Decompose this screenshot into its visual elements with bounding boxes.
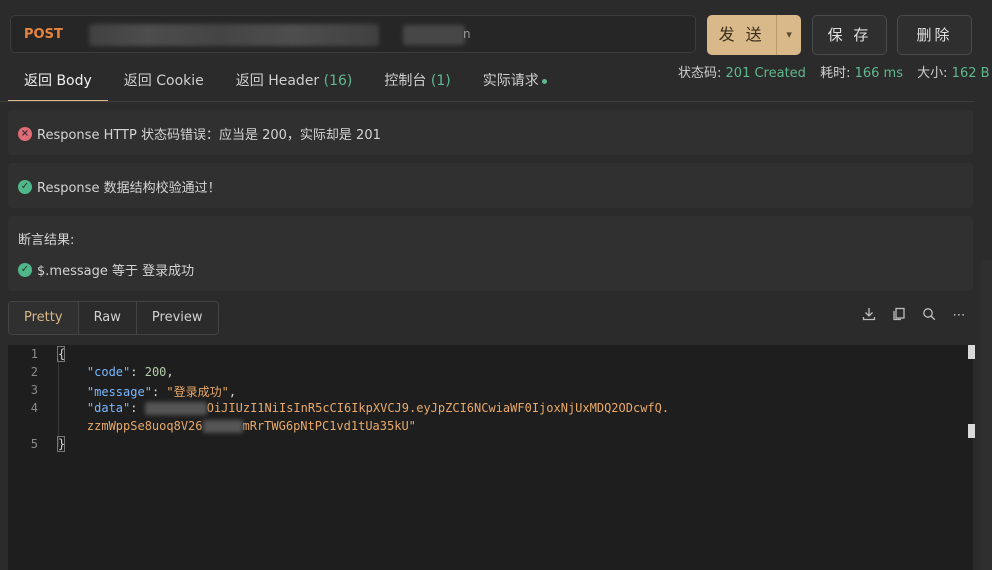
tab-divider <box>0 101 975 102</box>
response-time: 166 ms <box>854 66 903 81</box>
status-dot-icon <box>541 78 547 84</box>
tab-console[interactable]: 控制台 (1) <box>368 62 466 100</box>
response-body-editor[interactable]: 1 2 3 4 5 { "code": 200, "message": "登录成… <box>8 345 975 570</box>
code-line-1: { <box>58 347 66 361</box>
request-bar: POST n 发 送 ▾ 保 存 删除 <box>0 0 992 62</box>
assertion-item: $.message 等于 登录成功 <box>37 264 195 279</box>
assertion-title: 断言结果: <box>18 233 75 248</box>
http-status-message: Response HTTP 状态码错误：应当是 200，实际却是 201 <box>37 128 381 143</box>
status-code: 201 Created <box>725 66 806 81</box>
save-button[interactable]: 保 存 <box>812 15 887 55</box>
code-line-5: } <box>58 437 66 451</box>
send-button-label[interactable]: 发 送 <box>707 15 776 55</box>
token-redacted <box>202 420 243 433</box>
send-button[interactable]: 发 送 ▾ <box>707 15 801 55</box>
url-input[interactable]: POST n <box>10 15 696 53</box>
delete-button[interactable]: 删除 <box>897 15 972 55</box>
view-pretty[interactable]: Pretty <box>9 302 79 334</box>
check-icon: ✓ <box>18 179 32 194</box>
search-icon[interactable] <box>920 307 938 325</box>
response-meta: 状态码: 201 Created 耗时: 166 ms 大小: 162 B <box>678 66 990 81</box>
chevron-down-icon[interactable]: ▾ <box>776 15 801 55</box>
error-icon: × <box>18 126 32 141</box>
page-scrollbar[interactable] <box>981 260 992 570</box>
view-raw[interactable]: Raw <box>78 302 137 334</box>
http-status-check: × Response HTTP 状态码错误：应当是 200，实际却是 201 <box>8 110 973 155</box>
tab-body[interactable]: 返回 Body <box>8 62 108 102</box>
url-redacted-2 <box>403 25 465 45</box>
code-line-3: "message": "登录成功", <box>86 385 237 399</box>
copy-icon[interactable] <box>890 307 908 325</box>
schema-message: Response 数据结构校验通过！ <box>37 181 221 196</box>
tab-header[interactable]: 返回 Header (16) <box>220 62 369 100</box>
response-tabs: 返回 Body 返回 Cookie 返回 Header (16) 控制台 (1)… <box>8 62 563 102</box>
tab-actual-request[interactable]: 实际请求 <box>467 62 563 100</box>
tab-cookie[interactable]: 返回 Cookie <box>108 62 220 100</box>
view-mode-switch: Pretty Raw Preview <box>8 301 219 335</box>
scrollbar-thumb[interactable] <box>968 345 975 359</box>
schema-check: ✓ Response 数据结构校验通过！ <box>8 163 973 208</box>
method-selector[interactable]: POST <box>24 27 63 42</box>
scrollbar-marker <box>968 424 975 438</box>
code-line-2: "code": 200, <box>86 365 174 379</box>
check-icon: ✓ <box>18 262 32 277</box>
assertion-panel: 断言结果: ✓ $.message 等于 登录成功 <box>8 216 973 291</box>
more-icon[interactable]: ⋯ <box>950 307 968 325</box>
view-preview[interactable]: Preview <box>136 302 218 334</box>
url-text: n <box>463 27 471 41</box>
response-size: 162 B <box>951 66 990 81</box>
code-line-4: "data": OiJIUzI1NiIsInR5cCI6IkpXVCJ9.eyJ… <box>86 401 670 415</box>
url-redacted <box>89 24 379 46</box>
token-redacted <box>144 402 207 415</box>
download-icon[interactable] <box>860 307 878 325</box>
code-line-4-wrap: zzmWppSe8uoq8V26 mRrTWG6pNtPC1vd1tUa35kU" <box>86 419 416 433</box>
